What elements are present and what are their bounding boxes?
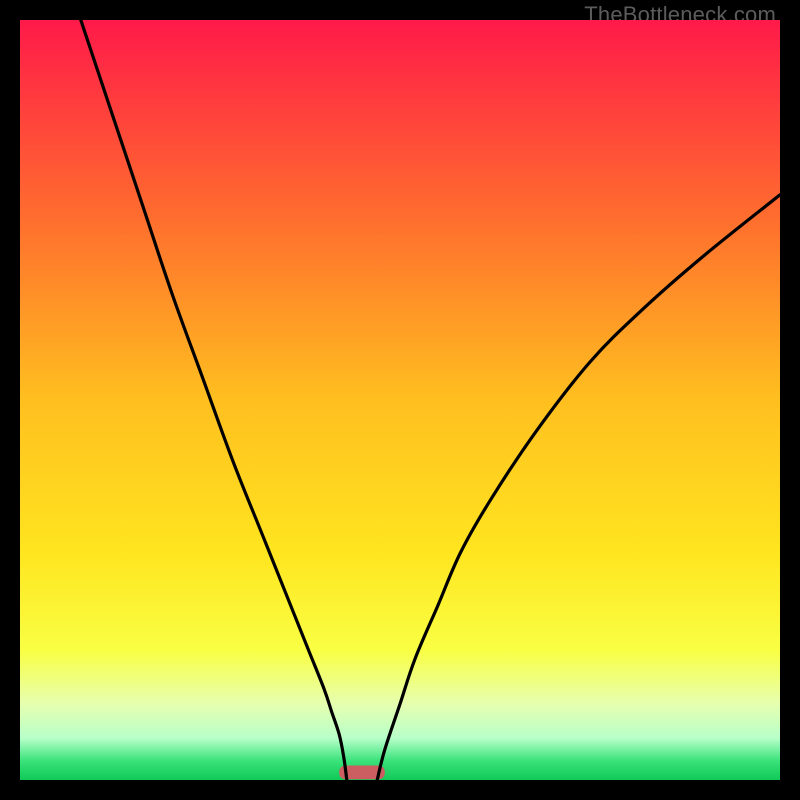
gradient-background bbox=[20, 20, 780, 780]
chart-frame bbox=[20, 20, 780, 780]
bottleneck-chart bbox=[20, 20, 780, 780]
